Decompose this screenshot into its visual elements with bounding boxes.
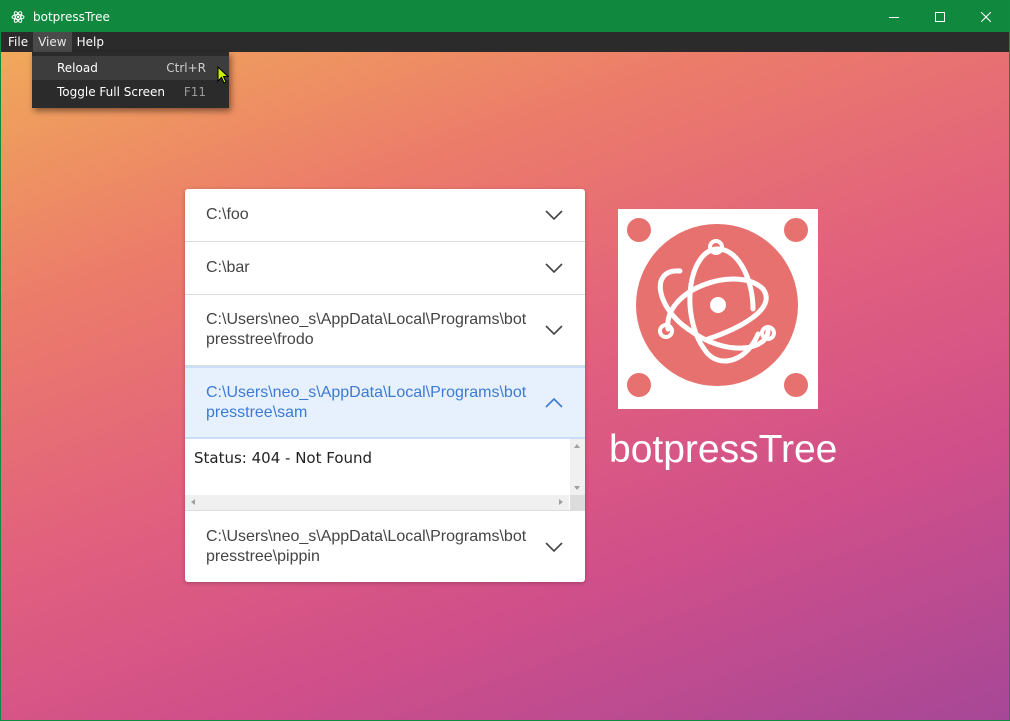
brand-name: botpressTree [609, 428, 838, 471]
chevron-up-icon [545, 397, 563, 408]
menu-bar: File View Help [1, 32, 1009, 52]
chevron-down-icon [545, 541, 563, 552]
scroll-down-icon[interactable] [574, 486, 580, 490]
scroll-up-icon[interactable] [574, 444, 580, 448]
close-icon [981, 11, 991, 22]
status-text: Status: 404 - Not Found [194, 449, 373, 467]
accordion-item-label: C:\Users\neo_s\AppData\Local\Programs\bo… [206, 527, 527, 565]
chevron-down-icon [545, 263, 563, 273]
chevron-down-icon [545, 325, 563, 335]
maximize-button[interactable] [917, 1, 963, 32]
menu-view[interactable]: View [33, 32, 72, 52]
menu-file[interactable]: File [3, 32, 33, 52]
menu-item-shortcut: Ctrl+R [166, 61, 206, 75]
accordion-item-header[interactable]: C:\Users\neo_s\AppData\Local\Programs\bo… [185, 511, 585, 582]
menu-item-label: Toggle Full Screen [57, 85, 165, 99]
accordion-item-header-expanded[interactable]: C:\Users\neo_s\AppData\Local\Programs\bo… [185, 366, 585, 439]
window-controls [871, 1, 1009, 32]
scrollbar-corner [570, 495, 585, 510]
accordion-item-label: C:\Users\neo_s\AppData\Local\Programs\bo… [206, 383, 527, 421]
menu-item-toggle-full-screen[interactable]: Toggle Full Screen F11 [32, 80, 229, 104]
electron-atom-icon [10, 9, 26, 25]
minimize-icon [889, 16, 899, 18]
accordion-item-label: C:\Users\neo_s\AppData\Local\Programs\bo… [206, 311, 527, 348]
accordion-item-header[interactable]: C:\bar [185, 242, 585, 295]
view-menu-dropdown: Reload Ctrl+R Toggle Full Screen F11 [32, 52, 229, 108]
maximize-icon [935, 11, 945, 22]
title-bar[interactable]: botpressTree [1, 1, 1009, 32]
menu-help[interactable]: Help [72, 32, 109, 52]
scroll-left-icon[interactable] [191, 499, 195, 505]
accordion-item-header[interactable]: C:\Users\neo_s\AppData\Local\Programs\bo… [185, 295, 585, 366]
accordion-item-label: C:\foo [206, 206, 249, 223]
menu-item-reload[interactable]: Reload Ctrl+R [32, 56, 229, 80]
accordion-item-panel: Status: 404 - Not Found [185, 439, 585, 511]
mouse-cursor-icon [217, 66, 229, 84]
menu-item-label: Reload [57, 61, 98, 75]
scroll-right-icon[interactable] [559, 499, 563, 505]
path-accordion: C:\foo C:\bar C:\Users\neo_s\AppData\Loc… [185, 189, 585, 582]
vertical-scrollbar[interactable] [570, 439, 585, 496]
app-window: botpressTree File View Help Reload Ctrl+… [0, 0, 1010, 721]
close-button[interactable] [963, 1, 1009, 32]
minimize-button[interactable] [871, 1, 917, 32]
accordion-item-header[interactable]: C:\foo [185, 189, 585, 242]
electron-logo [618, 209, 818, 409]
window-title: botpressTree [33, 9, 110, 24]
chevron-down-icon [545, 210, 563, 220]
menu-item-shortcut: F11 [183, 85, 206, 99]
horizontal-scrollbar[interactable] [185, 495, 569, 510]
accordion-item-label: C:\bar [206, 259, 250, 276]
